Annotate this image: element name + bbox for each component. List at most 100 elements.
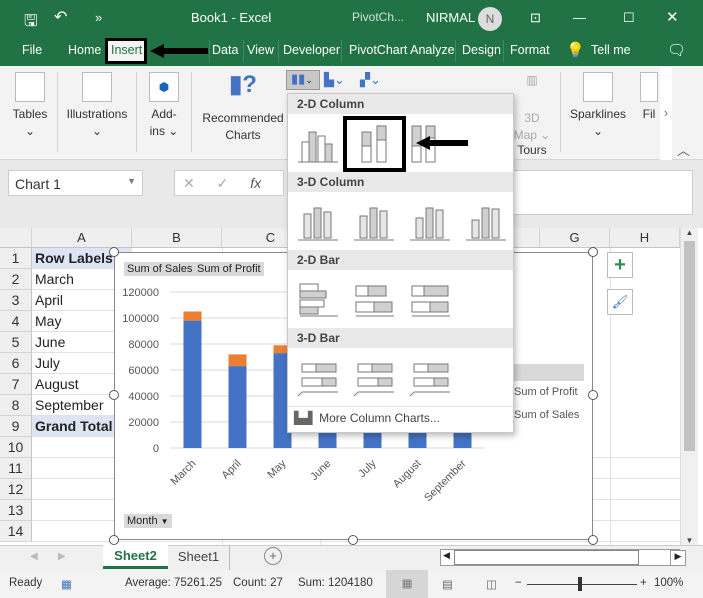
- 3d-bar-1-icon[interactable]: [296, 356, 340, 398]
- scroll-right-icon[interactable]: ▶: [670, 550, 686, 566]
- name-box[interactable]: Chart 1 ▼: [8, 170, 143, 196]
- row-header[interactable]: 3: [0, 290, 32, 311]
- tab-format[interactable]: Format: [510, 43, 550, 57]
- close-icon[interactable]: ✕: [666, 8, 679, 26]
- resize-handle[interactable]: [588, 390, 598, 400]
- chevron-down-icon: ▼: [127, 176, 136, 186]
- row-header[interactable]: 1: [0, 248, 32, 269]
- sheet-nav-prev[interactable]: ◀: [30, 551, 38, 562]
- horizontal-scrollbar[interactable]: ◀: [440, 549, 680, 566]
- sparklines-button[interactable]: Sparklines ⌄: [566, 72, 630, 140]
- zoom-level[interactable]: 100%: [654, 577, 683, 589]
- row-header[interactable]: 13: [0, 500, 32, 521]
- y-tick-label: 0: [153, 443, 159, 455]
- chart-elements-button[interactable]: +: [607, 252, 633, 278]
- bar-sales[interactable]: [228, 366, 247, 448]
- macro-record-icon[interactable]: ▦: [61, 577, 72, 591]
- undo-icon[interactable]: ↶: [54, 7, 67, 27]
- tell-me[interactable]: Tell me: [591, 43, 631, 57]
- row-header[interactable]: 9: [0, 416, 32, 437]
- 3d-column-3-icon[interactable]: [408, 200, 452, 242]
- col-header[interactable]: B: [132, 228, 222, 248]
- more-column-charts[interactable]: ▙▟ More Column Charts...: [288, 406, 513, 430]
- page-layout-icon[interactable]: ▤: [442, 577, 453, 591]
- row-header[interactable]: 10: [0, 437, 32, 458]
- avatar[interactable]: N: [478, 7, 502, 31]
- sheet-nav-next[interactable]: ▶: [58, 551, 66, 562]
- sheet-tab-sheet1[interactable]: Sheet1: [168, 546, 230, 570]
- comments-icon[interactable]: 🗨: [667, 41, 686, 59]
- row-header[interactable]: 11: [0, 458, 32, 479]
- addins-button[interactable]: ⬢ Add-ins ⌄: [144, 72, 184, 140]
- zoom-slider-thumb[interactable]: [578, 577, 582, 591]
- 3d-column-2-icon[interactable]: [352, 200, 396, 242]
- zoom-in-icon[interactable]: +: [640, 577, 647, 589]
- tab-insert[interactable]: Insert: [111, 43, 142, 57]
- ribbon-display-icon[interactable]: ⊡: [530, 10, 541, 26]
- row-header[interactable]: 5: [0, 332, 32, 353]
- 3d-column-1-icon[interactable]: [296, 200, 340, 242]
- resize-handle[interactable]: [588, 535, 598, 545]
- col-header[interactable]: G: [540, 228, 610, 248]
- select-all[interactable]: [0, 228, 32, 248]
- save-icon[interactable]: 🖫: [24, 10, 38, 37]
- 2d-bar-3-icon[interactable]: [408, 278, 452, 320]
- normal-view-icon[interactable]: ▦: [386, 570, 428, 598]
- resize-handle[interactable]: [109, 247, 119, 257]
- sheet-tab-sheet2[interactable]: Sheet2: [103, 545, 168, 569]
- row-header[interactable]: 7: [0, 374, 32, 395]
- tab-file[interactable]: File: [22, 43, 42, 57]
- recommended-charts-button[interactable]: ▮? Recommended Charts: [200, 73, 286, 144]
- chart-styles-button[interactable]: 🖌: [607, 289, 633, 315]
- row-header[interactable]: 14: [0, 521, 32, 542]
- 2d-bar-1-icon[interactable]: [296, 278, 340, 320]
- waterfall-chart-icon[interactable]: ▞⌄: [360, 72, 381, 88]
- illustrations-button[interactable]: Illustrations ⌄: [63, 72, 131, 140]
- bar-profit[interactable]: [183, 311, 202, 321]
- hierarchy-chart-icon[interactable]: ▙⌄: [324, 72, 345, 88]
- resize-handle[interactable]: [588, 247, 598, 257]
- column-chart-dropdown[interactable]: ▮▮⌄: [286, 70, 320, 90]
- 3d-column-4-icon[interactable]: [464, 200, 508, 242]
- 2d-bar-2-icon[interactable]: [352, 278, 396, 320]
- month-field-button[interactable]: Month ▼: [124, 514, 172, 528]
- row-header[interactable]: 4: [0, 311, 32, 332]
- ribbon-scroll-right[interactable]: ›: [660, 66, 672, 160]
- col-header[interactable]: A: [32, 228, 132, 248]
- tab-view[interactable]: View: [247, 43, 274, 57]
- maximize-icon[interactable]: ☐: [623, 10, 635, 26]
- col-header[interactable]: H: [610, 228, 680, 248]
- 3d-bar-2-icon[interactable]: [352, 356, 396, 398]
- page-break-icon[interactable]: ◫: [486, 577, 497, 591]
- tab-home[interactable]: Home: [68, 43, 101, 57]
- resize-handle[interactable]: [109, 390, 119, 400]
- row-header[interactable]: 2: [0, 269, 32, 290]
- customize-toolbar-icon[interactable]: »: [95, 10, 102, 25]
- tab-data[interactable]: Data: [212, 43, 238, 57]
- resize-handle[interactable]: [348, 535, 358, 545]
- add-sheet-icon[interactable]: +: [264, 547, 282, 565]
- resize-handle[interactable]: [109, 535, 119, 545]
- minimize-icon[interactable]: —: [573, 10, 586, 25]
- clustered-column-icon[interactable]: [296, 122, 340, 164]
- tab-pivotchart-analyze[interactable]: PivotChart Analyze: [349, 43, 455, 57]
- tab-developer[interactable]: Developer: [283, 43, 340, 57]
- row-header[interactable]: 8: [0, 395, 32, 416]
- vertical-scrollbar[interactable]: ▲ ▼: [680, 228, 698, 545]
- legend-entry: Sum of Sales: [514, 409, 580, 421]
- stacked-column-icon[interactable]: [352, 122, 396, 164]
- tables-button[interactable]: Tables ⌄: [10, 72, 50, 140]
- column-chart-icon: ▙▟: [294, 411, 313, 425]
- zoom-out-icon[interactable]: −: [515, 577, 522, 589]
- filters-button[interactable]: Fil: [640, 72, 658, 123]
- bar-sales[interactable]: [183, 320, 202, 448]
- collapse-ribbon-icon[interactable]: ︿: [677, 140, 690, 159]
- formula-buttons[interactable]: ✕ ✓ fx: [174, 170, 284, 196]
- 3d-bar-3-icon[interactable]: [408, 356, 452, 398]
- tab-design[interactable]: Design: [462, 43, 501, 57]
- row-header[interactable]: 12: [0, 479, 32, 500]
- 3d-map-button[interactable]: ▥ 3D Map ⌄: [512, 72, 552, 144]
- row-header[interactable]: 6: [0, 353, 32, 374]
- zoom-slider[interactable]: [527, 584, 637, 585]
- bar-profit[interactable]: [228, 354, 247, 367]
